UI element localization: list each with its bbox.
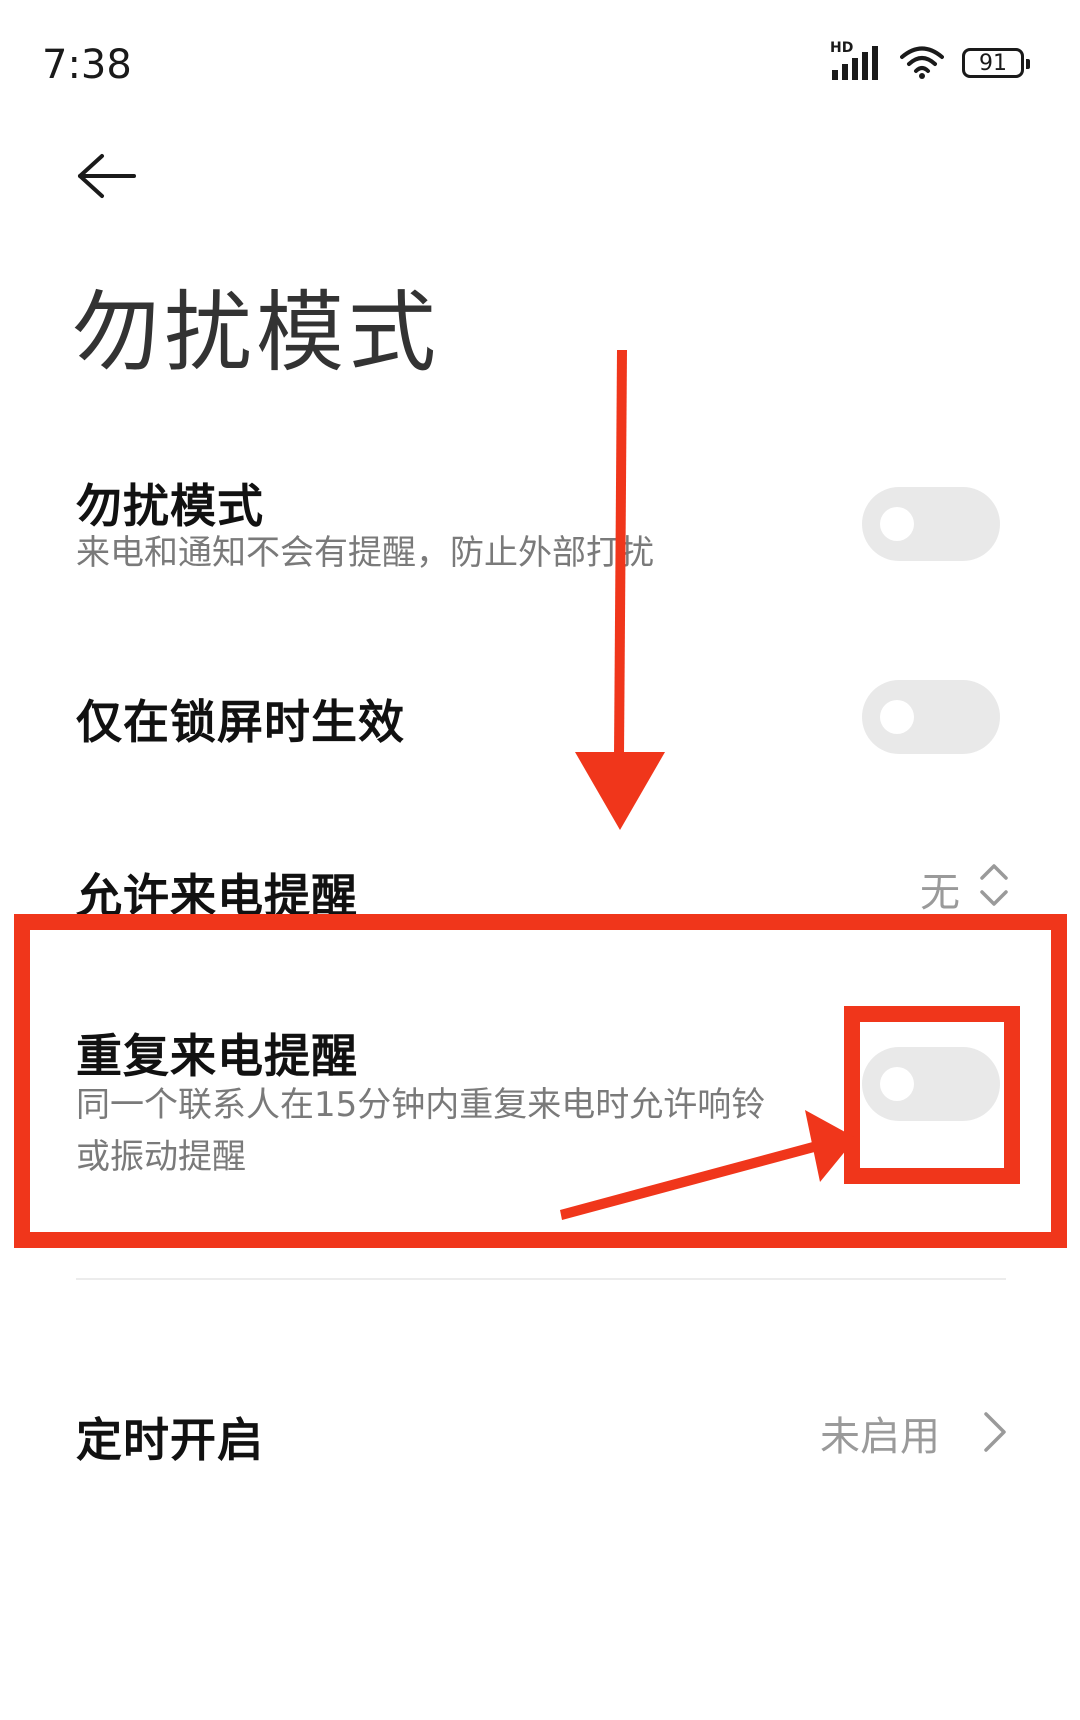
toggle-knob — [880, 1067, 914, 1101]
setting-description-line1: 同一个联系人在15分钟内重复来电时允许响铃 — [76, 1085, 766, 1125]
setting-row-lock-screen-only[interactable]: 仅在锁屏时生效 — [0, 640, 1080, 780]
setting-row-allow-calls[interactable]: 允许来电提醒 无 — [0, 820, 1080, 940]
setting-description: 来电和通知不会有提醒，防止外部打扰 — [76, 533, 654, 573]
status-bar: 7:38 HD 91 — [0, 0, 1080, 140]
up-down-chevron-icon — [980, 864, 1008, 906]
lock-screen-only-toggle[interactable] — [862, 680, 1000, 754]
schedule-value: 未启用 — [820, 1414, 940, 1460]
section-divider — [76, 1278, 1006, 1280]
signal-icon: HD — [830, 40, 882, 80]
wifi-icon — [900, 46, 944, 80]
setting-row-repeat-calls[interactable]: 重复来电提醒 同一个联系人在15分钟内重复来电时允许响铃 或振动提醒 — [0, 990, 1080, 1230]
toggle-knob — [880, 700, 914, 734]
setting-label: 允许来电提醒 — [76, 869, 358, 923]
toggle-knob — [880, 507, 914, 541]
back-button[interactable] — [70, 140, 150, 210]
allow-calls-value: 无 — [920, 870, 960, 916]
dnd-toggle[interactable] — [862, 487, 1000, 561]
battery-icon: 91 — [962, 48, 1030, 78]
setting-description-line2: 或振动提醒 — [76, 1137, 246, 1177]
back-arrow-icon — [78, 154, 136, 198]
page-title: 勿扰模式 — [72, 281, 441, 384]
repeat-calls-toggle[interactable] — [862, 1047, 1000, 1121]
setting-row-schedule[interactable]: 定时开启 未启用 — [0, 1370, 1080, 1490]
setting-label: 重复来电提醒 — [76, 1029, 358, 1083]
battery-level: 91 — [979, 50, 1007, 76]
setting-label: 仅在锁屏时生效 — [76, 695, 405, 749]
status-time: 7:38 — [42, 42, 132, 88]
chevron-right-icon — [984, 1412, 1006, 1452]
status-icons: HD 91 — [830, 40, 1030, 80]
setting-row-dnd[interactable]: 勿扰模式 来电和通知不会有提醒，防止外部打扰 — [0, 430, 1080, 590]
setting-label: 定时开启 — [76, 1413, 264, 1467]
